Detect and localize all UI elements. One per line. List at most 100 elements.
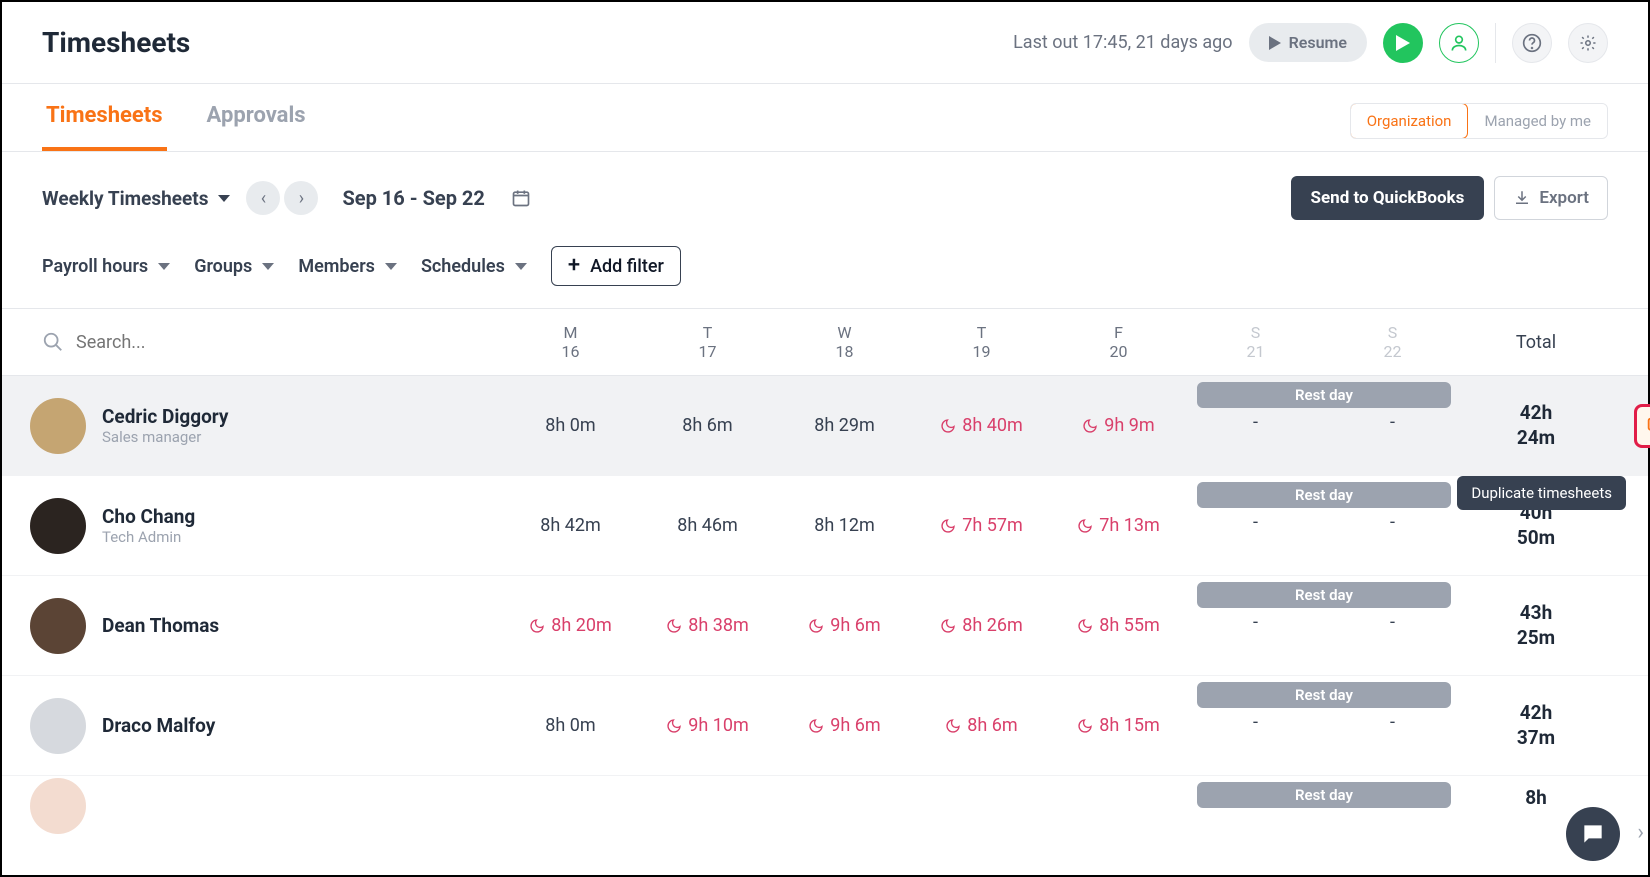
duplicate-timesheets-button[interactable]: [1634, 404, 1650, 448]
member-cell: Dean Thomas: [2, 598, 502, 654]
total-cell: 42h24m: [1461, 401, 1611, 450]
view-selector[interactable]: Weekly Timesheets: [42, 187, 230, 210]
page-title: Timesheets: [42, 26, 190, 59]
member-cell: Cho ChangTech Admin: [2, 498, 502, 554]
table-row[interactable]: Cedric DiggorySales manager8h 0m8h 6m8h …: [2, 376, 1648, 476]
period-controls-left: Weekly Timesheets ‹ › Sep 16 - Sep 22: [42, 181, 533, 215]
col-wed: W18: [776, 323, 913, 361]
send-quickbooks-button[interactable]: Send to QuickBooks: [1291, 176, 1485, 220]
moon-icon: [1077, 618, 1093, 634]
period-controls: Weekly Timesheets ‹ › Sep 16 - Sep 22 Se…: [2, 152, 1648, 220]
time-cell[interactable]: -: [1324, 412, 1461, 433]
col-total: Total: [1461, 332, 1611, 353]
calendar-button[interactable]: [509, 186, 533, 210]
time-cell[interactable]: 9h 6m: [776, 615, 913, 636]
filter-members[interactable]: Members: [298, 256, 397, 277]
search-cell: [2, 331, 502, 353]
profile-button[interactable]: [1439, 23, 1479, 63]
prev-week-button[interactable]: ‹: [246, 181, 280, 215]
timesheet-table: M16 T17 W18 T19 F20 S21 S22 Total Cedric…: [2, 309, 1648, 810]
play-icon: [1269, 36, 1281, 50]
time-cell[interactable]: 8h 26m: [913, 615, 1050, 636]
rest-span: Rest day --: [1187, 676, 1461, 775]
time-cell[interactable]: 9h 6m: [776, 715, 913, 736]
moon-icon: [940, 418, 956, 434]
settings-button[interactable]: [1568, 23, 1608, 63]
chat-launcher[interactable]: [1566, 807, 1620, 861]
filter-groups[interactable]: Groups: [194, 256, 274, 277]
scope-organization[interactable]: Organization: [1350, 103, 1469, 139]
next-week-button[interactable]: ›: [284, 181, 318, 215]
tab-timesheets[interactable]: Timesheets: [42, 84, 167, 151]
tab-bar: Timesheets Approvals Organization Manage…: [2, 84, 1648, 152]
resume-button[interactable]: Resume: [1249, 23, 1367, 62]
member-name: Draco Malfoy: [102, 714, 215, 737]
moon-icon: [666, 618, 682, 634]
moon-icon: [940, 518, 956, 534]
time-cell[interactable]: 7h 13m: [1050, 515, 1187, 536]
add-filter-button[interactable]: + Add filter: [551, 246, 681, 286]
chevron-down-icon: [218, 195, 230, 202]
filter-payroll-hours[interactable]: Payroll hours: [42, 256, 170, 277]
col-fri: F20: [1050, 323, 1187, 361]
scope-managed-by-me[interactable]: Managed by me: [1468, 104, 1607, 138]
search-input[interactable]: [76, 332, 376, 353]
member-cell: Cedric DiggorySales manager: [2, 398, 502, 454]
member-cell: Draco Malfoy: [2, 698, 502, 754]
time-cell[interactable]: 8h 46m: [639, 515, 776, 536]
time-cell[interactable]: 8h 6m: [639, 415, 776, 436]
time-cell[interactable]: 8h 29m: [776, 415, 913, 436]
rest-day-badge: Rest day: [1197, 782, 1451, 808]
filter-schedules[interactable]: Schedules: [421, 256, 527, 277]
moon-icon: [808, 718, 824, 734]
tab-approvals[interactable]: Approvals: [203, 84, 310, 151]
play-icon: [1396, 35, 1410, 51]
table-row[interactable]: Dean Thomas8h 20m8h 38m9h 6m8h 26m8h 55m…: [2, 576, 1648, 676]
start-timer-button[interactable]: [1383, 23, 1423, 63]
time-cell[interactable]: -: [1324, 612, 1461, 633]
scroll-right-indicator[interactable]: ›: [1637, 820, 1644, 845]
time-cell[interactable]: 9h 10m: [639, 715, 776, 736]
time-cell[interactable]: -: [1324, 512, 1461, 533]
time-cell[interactable]: 8h 38m: [639, 615, 776, 636]
time-cell[interactable]: 8h 20m: [502, 615, 639, 636]
time-cell[interactable]: 8h 40m: [913, 415, 1050, 436]
table-row[interactable]: Draco Malfoy8h 0m9h 10m9h 6m8h 6m8h 15mR…: [2, 676, 1648, 776]
chevron-down-icon: [262, 263, 274, 270]
time-cell[interactable]: 7h 57m: [913, 515, 1050, 536]
time-cell[interactable]: -: [1324, 712, 1461, 733]
calendar-icon: [511, 188, 531, 208]
time-cell[interactable]: 8h 0m: [502, 715, 639, 736]
download-icon: [1513, 189, 1531, 207]
time-cell[interactable]: 8h 12m: [776, 515, 913, 536]
view-selector-label: Weekly Timesheets: [42, 187, 208, 210]
moon-icon: [1082, 418, 1098, 434]
search-icon: [42, 331, 64, 353]
time-cell[interactable]: 8h 42m: [502, 515, 639, 536]
rest-day-badge: Rest day: [1197, 682, 1451, 708]
chat-icon: [1580, 821, 1606, 847]
tabs: Timesheets Approvals: [42, 84, 310, 151]
time-cell[interactable]: 8h 6m: [913, 715, 1050, 736]
time-cell[interactable]: -: [1187, 512, 1324, 533]
time-cell[interactable]: 8h 0m: [502, 415, 639, 436]
table-row[interactable]: Cho ChangTech Admin8h 42m8h 46m8h 12m7h …: [2, 476, 1648, 576]
duplicate-icon: [1645, 415, 1650, 437]
time-cell[interactable]: -: [1187, 712, 1324, 733]
export-button[interactable]: Export: [1494, 176, 1608, 220]
period-controls-right: Send to QuickBooks Export: [1291, 176, 1608, 220]
time-cell[interactable]: 8h 55m: [1050, 615, 1187, 636]
col-mon: M16: [502, 323, 639, 361]
rest-span: Rest day--: [1187, 376, 1461, 475]
time-cell[interactable]: -: [1187, 412, 1324, 433]
time-cell[interactable]: 8h 15m: [1050, 715, 1187, 736]
rest-span: Rest day--: [1187, 576, 1461, 675]
time-cell[interactable]: -: [1187, 612, 1324, 633]
help-button[interactable]: [1512, 23, 1552, 63]
plus-icon: +: [568, 255, 580, 277]
time-cell[interactable]: 9h 9m: [1050, 415, 1187, 436]
help-icon: [1522, 33, 1542, 53]
tooltip: Duplicate timesheets: [1457, 476, 1626, 510]
total-cell: 43h25m: [1461, 601, 1611, 650]
moon-icon: [529, 618, 545, 634]
